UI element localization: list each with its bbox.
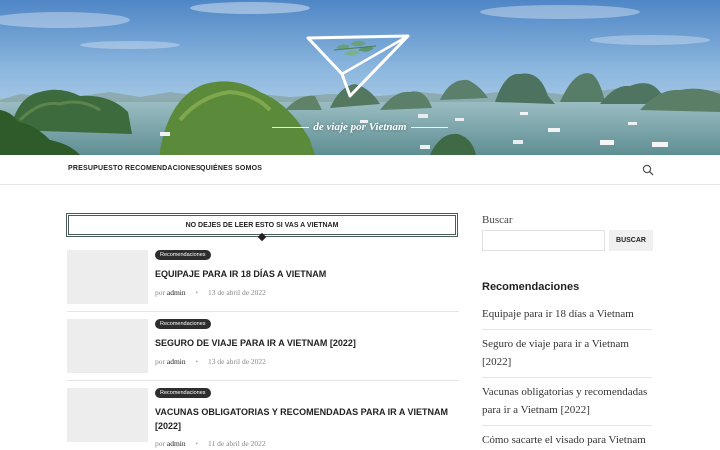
tagline-rule-left: [272, 126, 310, 128]
post-thumbnail[interactable]: [67, 319, 148, 373]
sidebar-link[interactable]: Equipaje para ir 18 días a Vietnam: [482, 305, 654, 323]
main-navigation: PRESUPUESTO RECOMENDACIONES QUIÉNES SOMO…: [0, 155, 720, 185]
category-badge[interactable]: Recomendaciones: [155, 250, 211, 260]
post-by: por: [155, 357, 165, 366]
nav-item-presupuesto[interactable]: PRESUPUESTO: [68, 165, 123, 172]
search-icon[interactable]: [642, 164, 654, 176]
post-author[interactable]: admin: [167, 288, 186, 297]
post-date: 13 de abril de 2022: [208, 288, 266, 297]
post-divider: [67, 380, 459, 381]
nav-item-recomendaciones[interactable]: RECOMENDACIONES: [125, 165, 201, 172]
sidebar-link[interactable]: Vacunas obligatorias y recomendadas para…: [482, 383, 654, 419]
post-title[interactable]: VACUNAS OBLIGATORIAS Y RECOMENDADAS PARA…: [155, 405, 455, 433]
search-input[interactable]: [482, 230, 605, 251]
site-tagline[interactable]: de viaje por Vietnam: [272, 118, 449, 136]
post-meta: por admin • 13 de abril de 2022: [155, 357, 266, 366]
post-item: Recomendaciones SEGURO DE VIAJE PARA IR …: [67, 319, 459, 379]
sidebar-link[interactable]: Seguro de viaje para ir a Vietnam [2022]: [482, 335, 654, 371]
post-by: por: [155, 288, 165, 297]
post-date: 11 de abril de 2022: [208, 439, 266, 448]
post-author[interactable]: admin: [167, 439, 186, 448]
sidebar-link[interactable]: Cómo sacarte el visado para Vietnam: [482, 431, 654, 449]
post-thumbnail[interactable]: [67, 388, 148, 442]
post-meta: por admin • 13 de abril de 2022: [155, 288, 266, 297]
category-badge[interactable]: Recomendaciones: [155, 319, 211, 329]
post-thumbnail[interactable]: [67, 250, 148, 304]
nav-item-quienes-somos[interactable]: QUIÉNES SOMOS: [200, 165, 262, 172]
category-badge[interactable]: Recomendaciones: [155, 388, 211, 398]
search-button[interactable]: BUSCAR: [609, 230, 653, 251]
paper-plane-logo-icon: [306, 34, 410, 98]
section-title: NO DEJES DE LEER ESTO SI VAS A VIETNAM: [185, 221, 339, 229]
section-title-box: NO DEJES DE LEER ESTO SI VAS A VIETNAM: [66, 213, 458, 246]
post-title[interactable]: SEGURO DE VIAJE PARA IR A VIETNAM [2022]: [155, 336, 455, 350]
search-label: Buscar: [482, 214, 513, 226]
post-meta: por admin • 11 de abril de 2022: [155, 439, 266, 448]
tagline-text[interactable]: de viaje por Vietnam: [309, 121, 410, 133]
sidebar-separator: [482, 425, 652, 426]
sidebar-separator: [482, 329, 652, 330]
post-item: Recomendaciones EQUIPAJE PARA IR 18 DÍAS…: [67, 250, 459, 310]
header-banner: de viaje por Vietnam: [0, 0, 720, 155]
post-title[interactable]: EQUIPAJE PARA IR 18 DÍAS A VIETNAM: [155, 267, 455, 281]
tagline-rule-right: [410, 126, 449, 128]
post-divider: [67, 311, 459, 312]
sidebar-heading: Recomendaciones: [482, 281, 580, 293]
post-item: Recomendaciones VACUNAS OBLIGATORIAS Y R…: [67, 388, 459, 450]
post-date: 13 de abril de 2022: [208, 357, 266, 366]
post-by: por: [155, 439, 165, 448]
sidebar-separator: [482, 377, 652, 378]
meta-separator: •: [195, 357, 199, 366]
meta-separator: •: [195, 439, 199, 448]
post-author[interactable]: admin: [167, 357, 186, 366]
meta-separator: •: [195, 288, 199, 297]
